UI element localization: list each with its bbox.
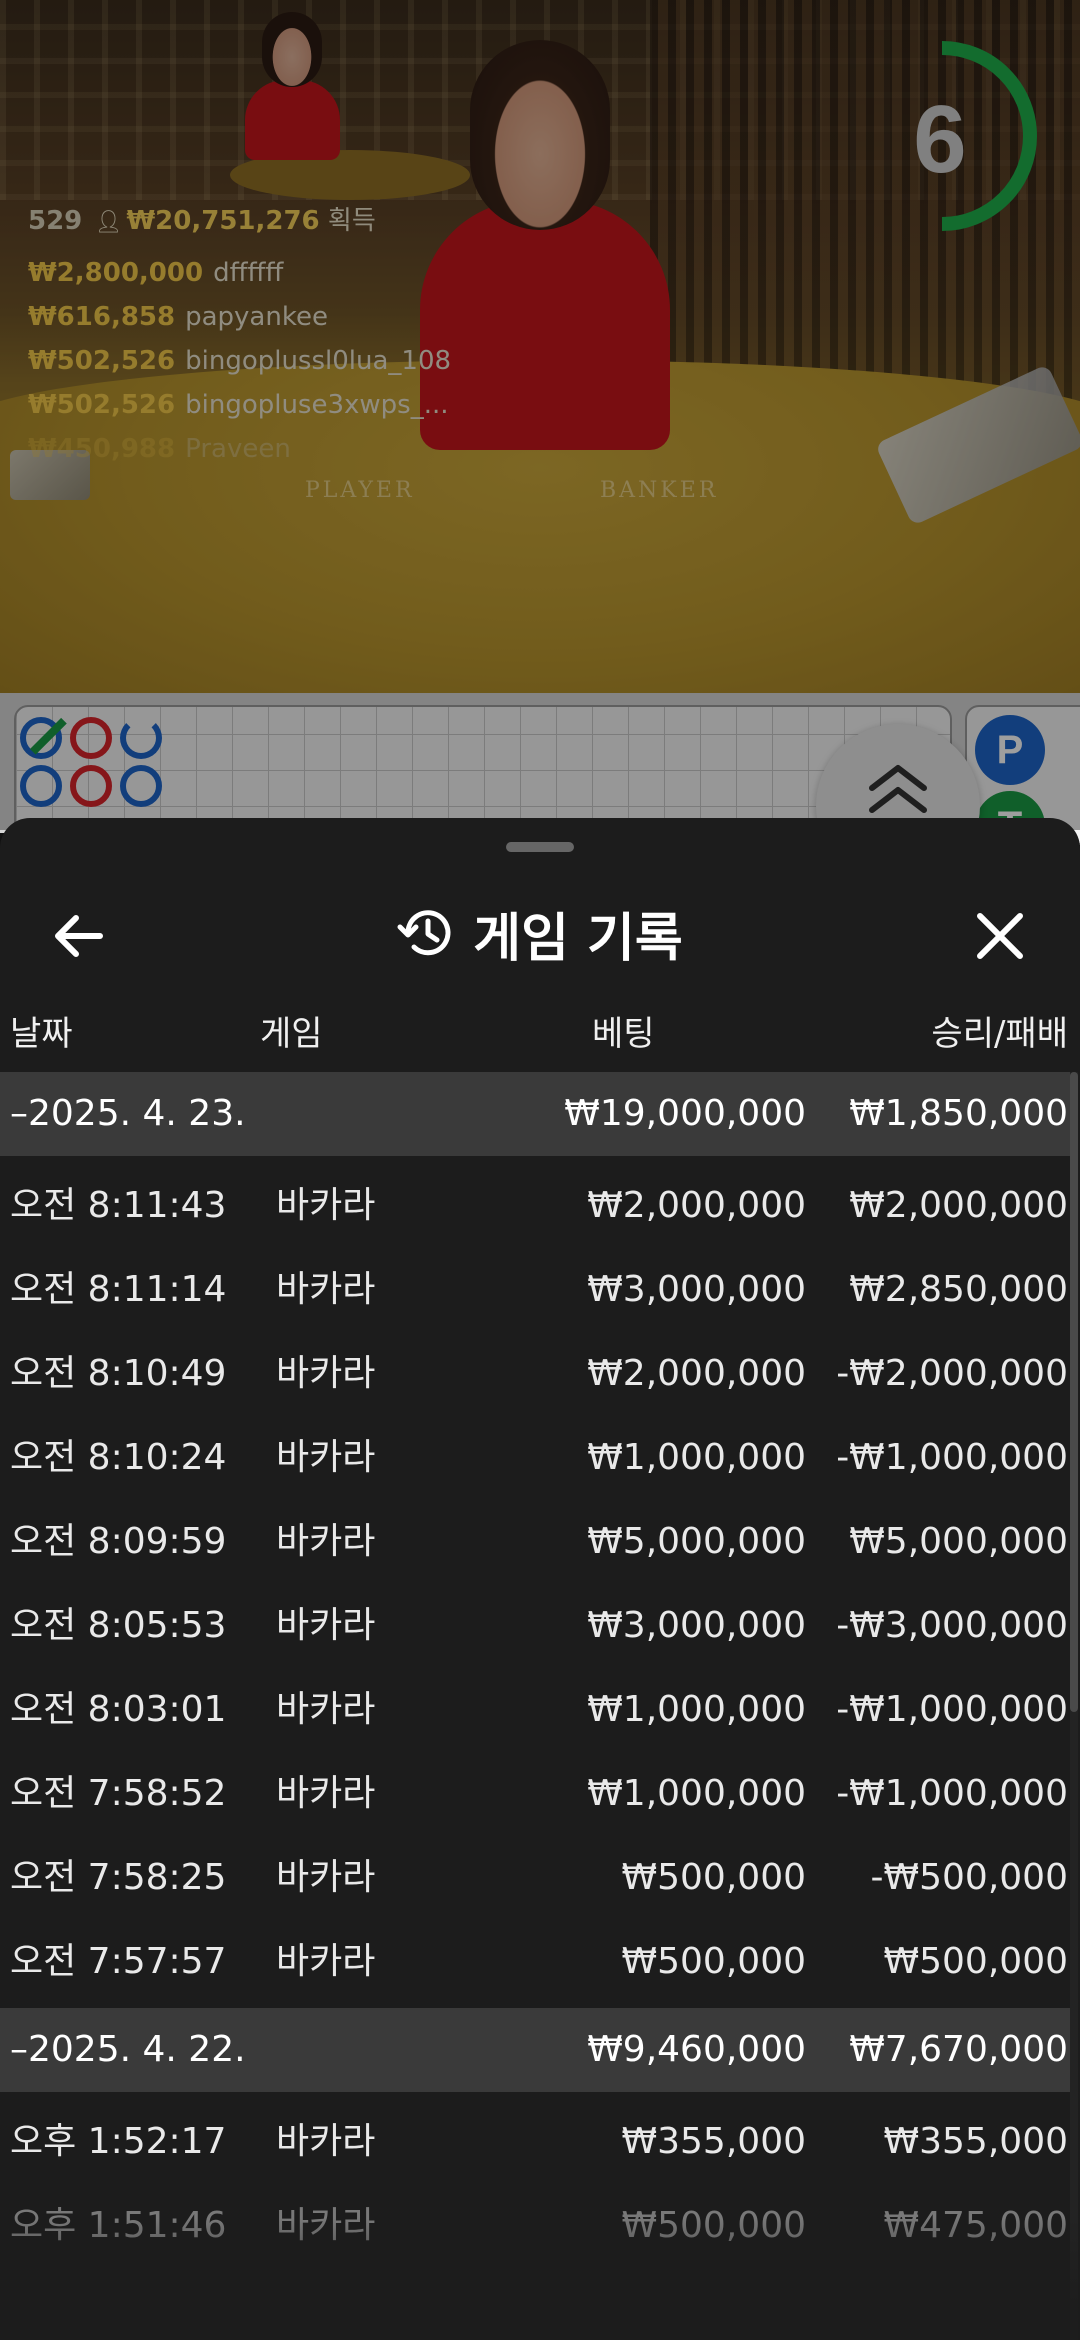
row-result: -₩2,000,000 xyxy=(836,1353,1068,1394)
close-button[interactable] xyxy=(960,896,1040,976)
row-game: 바카라 xyxy=(276,1437,376,1478)
row-result: ₩355,000 xyxy=(883,2121,1068,2162)
row-game: 바카라 xyxy=(276,1269,376,1310)
row-time: 오전 8:03:01 xyxy=(10,1689,227,1730)
game-history-sheet: 게임 기록 날짜 게임 베팅 승리/패배 –2025. 4. 23. ₩19,0… xyxy=(0,818,1080,2340)
row-result: -₩1,000,000 xyxy=(836,1773,1068,1814)
history-table-body[interactable]: –2025. 4. 23. ₩19,000,000 ₩1,850,000 오전 … xyxy=(0,1072,1080,2340)
row-bet: ₩2,000,000 xyxy=(587,1185,806,1226)
row-time: 오전 7:57:57 xyxy=(10,1941,227,1982)
arrow-left-icon xyxy=(55,915,103,957)
row-time: 오전 7:58:52 xyxy=(10,1773,227,1814)
table-row[interactable]: 오전 8:05:53 바카라 ₩3,000,000 -₩3,000,000 xyxy=(0,1584,1072,1668)
group-date: –2025. 4. 23. xyxy=(10,1093,246,1134)
row-result: -₩1,000,000 xyxy=(836,1689,1068,1730)
drag-handle[interactable] xyxy=(506,842,574,852)
table-row[interactable]: 오전 7:58:52 바카라 ₩1,000,000 -₩1,000,000 xyxy=(0,1752,1072,1836)
row-game: 바카라 xyxy=(276,1773,376,1814)
row-bet: ₩500,000 xyxy=(621,2205,806,2246)
row-game: 바카라 xyxy=(276,1185,376,1226)
group-result-total: ₩1,850,000 xyxy=(849,1093,1068,1134)
group-bet-total: ₩19,000,000 xyxy=(564,1093,806,1134)
title-group: 게임 기록 xyxy=(0,878,1080,988)
close-icon xyxy=(977,913,1023,959)
column-result[interactable]: 승리/패배 xyxy=(931,1006,1068,1055)
row-bet: ₩5,000,000 xyxy=(587,1521,806,1562)
row-time: 오후 1:52:17 xyxy=(10,2121,227,2162)
history-clock-icon xyxy=(397,910,451,956)
row-bet: ₩500,000 xyxy=(621,1857,806,1898)
row-time: 오후 1:51:46 xyxy=(10,2205,227,2246)
row-bet: ₩1,000,000 xyxy=(587,1689,806,1730)
row-bet: ₩3,000,000 xyxy=(587,1269,806,1310)
row-time: 오전 8:10:49 xyxy=(10,1353,227,1394)
back-button[interactable] xyxy=(40,896,120,976)
group-bet-total: ₩9,460,000 xyxy=(587,2029,806,2070)
row-result: ₩2,850,000 xyxy=(849,1269,1068,1310)
row-time: 오전 8:11:14 xyxy=(10,1269,227,1310)
group-result-total: ₩7,670,000 xyxy=(849,2029,1068,2070)
table-row[interactable]: 오전 8:11:14 바카라 ₩3,000,000 ₩2,850,000 xyxy=(0,1248,1072,1332)
row-game: 바카라 xyxy=(276,2205,376,2246)
row-time: 오전 8:11:43 xyxy=(10,1185,227,1226)
column-bet[interactable]: 베팅 xyxy=(592,1006,655,1055)
table-row[interactable]: 오전 8:10:24 바카라 ₩1,000,000 -₩1,000,000 xyxy=(0,1416,1072,1500)
row-game: 바카라 xyxy=(276,1353,376,1394)
row-bet: ₩355,000 xyxy=(621,2121,806,2162)
column-date[interactable]: 날짜 xyxy=(10,1006,73,1055)
date-group-row[interactable]: –2025. 4. 23. ₩19,000,000 ₩1,850,000 xyxy=(0,1072,1072,1156)
background-dim-overlay xyxy=(0,0,1080,830)
row-bet: ₩1,000,000 xyxy=(587,1773,806,1814)
sheet-header: 게임 기록 xyxy=(0,878,1080,988)
row-game: 바카라 xyxy=(276,1521,376,1562)
row-time: 오전 8:05:53 xyxy=(10,1605,227,1646)
row-result: ₩2,000,000 xyxy=(849,1185,1068,1226)
column-game[interactable]: 게임 xyxy=(260,1006,323,1055)
table-row[interactable]: 오전 7:58:25 바카라 ₩500,000 -₩500,000 xyxy=(0,1836,1072,1920)
row-bet: ₩1,000,000 xyxy=(587,1437,806,1478)
row-result: ₩500,000 xyxy=(883,1941,1068,1982)
row-game: 바카라 xyxy=(276,1941,376,1982)
table-row[interactable]: 오후 1:51:46 바카라 ₩500,000 ₩475,000 xyxy=(0,2184,1072,2268)
row-game: 바카라 xyxy=(276,1857,376,1898)
row-result: -₩3,000,000 xyxy=(836,1605,1068,1646)
date-group-row[interactable]: –2025. 4. 22. ₩9,460,000 ₩7,670,000 xyxy=(0,2008,1072,2092)
scrollbar-thumb[interactable] xyxy=(1070,1072,1078,1712)
table-row[interactable]: 오전 8:03:01 바카라 ₩1,000,000 -₩1,000,000 xyxy=(0,1668,1072,1752)
sheet-title: 게임 기록 xyxy=(473,908,683,969)
row-result: ₩475,000 xyxy=(883,2205,1068,2246)
table-row[interactable]: 오전 8:09:59 바카라 ₩5,000,000 ₩5,000,000 xyxy=(0,1500,1072,1584)
table-row[interactable]: 오전 8:11:43 바카라 ₩2,000,000 ₩2,000,000 xyxy=(0,1164,1072,1248)
row-game: 바카라 xyxy=(276,1605,376,1646)
row-game: 바카라 xyxy=(276,1689,376,1730)
table-row[interactable]: 오전 8:10:49 바카라 ₩2,000,000 -₩2,000,000 xyxy=(0,1332,1072,1416)
group-date: –2025. 4. 22. xyxy=(10,2029,246,2070)
row-result: -₩500,000 xyxy=(870,1857,1068,1898)
row-bet: ₩2,000,000 xyxy=(587,1353,806,1394)
row-time: 오전 7:58:25 xyxy=(10,1857,227,1898)
table-header: 날짜 게임 베팅 승리/패배 xyxy=(0,996,1080,1056)
row-result: ₩5,000,000 xyxy=(849,1521,1068,1562)
row-result: -₩1,000,000 xyxy=(836,1437,1068,1478)
row-bet: ₩500,000 xyxy=(621,1941,806,1982)
row-time: 오전 8:10:24 xyxy=(10,1437,227,1478)
row-game: 바카라 xyxy=(276,2121,376,2162)
table-row[interactable]: 오전 7:57:57 바카라 ₩500,000 ₩500,000 xyxy=(0,1920,1072,2004)
table-row[interactable]: 오후 1:52:17 바카라 ₩355,000 ₩355,000 xyxy=(0,2100,1072,2184)
row-time: 오전 8:09:59 xyxy=(10,1521,227,1562)
row-bet: ₩3,000,000 xyxy=(587,1605,806,1646)
